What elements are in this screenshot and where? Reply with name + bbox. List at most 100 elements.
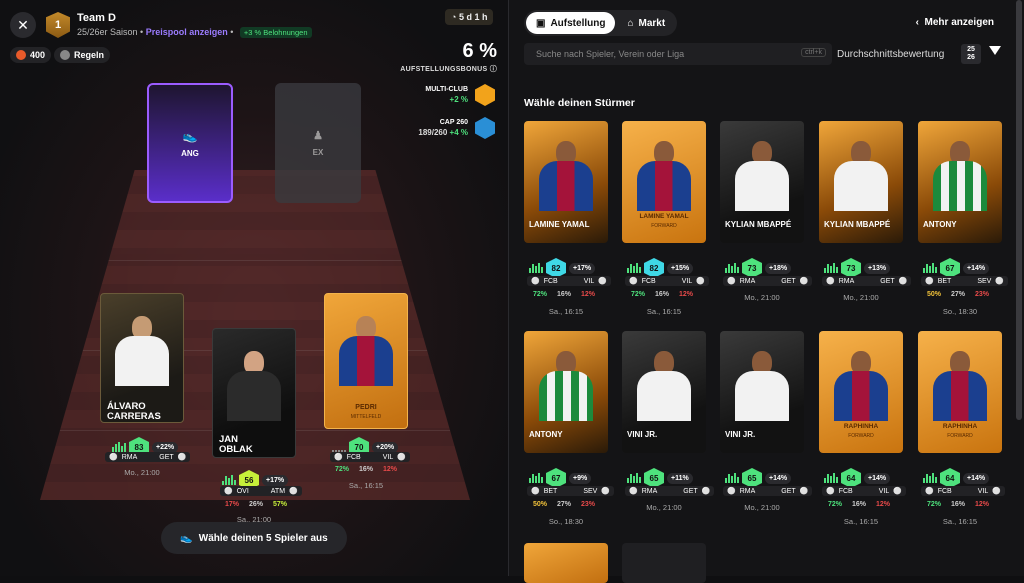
bonus-pill: +17% [569,262,596,274]
market-panel: ▣ Aufstellung ⌂ Markt ‹ Mehr anzeigen Such… [508,0,1024,583]
multi-club-label: MULTI-CLUB [425,86,468,93]
coins-chip: 400 [10,47,52,63]
tab-aufstellung[interactable]: ▣ Aufstellung [526,12,616,34]
slot-ang[interactable]: 👟 ANG [147,83,233,203]
tab-markt[interactable]: ⌂ Markt [617,12,675,34]
timer-badge: ◔ 5 d 1 h [445,9,494,25]
score-hex: 73 [841,258,861,278]
lineup-match-carreras: ⚪ RMA GET ⚪ [105,452,191,462]
close-icon: ✕ [17,16,29,33]
card-stats: 65 +11% [627,468,693,488]
lineup-bonus-value: 6 % [462,40,497,62]
card-player-name: KYLIAN MBAPPÉ [725,220,792,229]
card-player-name: KYLIAN MBAPPÉ [824,220,891,229]
shortcut-hint: ctrl+k [801,48,826,57]
score-hex: 65 [644,468,664,488]
card-player-name: LAMINE YAMAL [529,220,590,229]
lineup-icon: ▣ [536,17,546,29]
card-stats: 65 +14% [725,468,792,488]
bonus-pill: +14% [963,262,990,274]
season-filter[interactable]: 25 26 [961,44,981,64]
card-date: So., 18:30 [942,307,978,316]
player-card-partial[interactable] [524,543,608,583]
score-hex: 67 [940,258,960,278]
player-card[interactable]: KYLIAN MBAPPÉ [720,121,804,243]
lineup-bonus-label: AUFSTELLUNGSBONUS ⓘ [400,66,497,73]
bonus-pill: +14% [765,472,792,484]
player-card[interactable]: RAPHINHA FORWARD [819,331,903,453]
card-match: ⚪ BET SEV ⚪ [921,276,1009,286]
card-stats: 82 +15% [627,258,694,278]
card-match: ⚪ FCB VIL ⚪ [625,276,709,286]
reward-badge: +3 % Belohnungen [239,27,312,38]
lineup-card-oblak[interactable]: JAN OBLAK [212,328,296,458]
card-match: ⚪ RMA GET ⚪ [625,486,715,496]
player-card-empty[interactable] [622,543,706,583]
player-card[interactable]: LAMINE YAMAL [524,121,608,243]
card-stats: 73 +18% [725,258,792,278]
season-line: 25/26er Saison • Preispool anzeigen • +3… [77,27,312,38]
score-hex: 82 [644,258,664,278]
flame-icon [16,50,26,60]
score-hex: 65 [742,468,762,488]
player-card[interactable]: ANTONY [524,331,608,453]
card-match: ⚪ RMA GET ⚪ [723,276,813,286]
search-input[interactable]: Suche nach Spieler, Verein oder Liga ctrl… [524,43,832,65]
player-card[interactable]: LAMINE YAMAL FORWARD [622,121,706,243]
card-player-name: ANTONY [529,430,563,439]
player-card[interactable]: ANTONY [918,121,1002,243]
card-stats: 73 +13% [824,258,891,278]
player-card[interactable]: VINI JR. [622,331,706,453]
player-icon: ♟ [313,130,323,142]
card-player-name: LAMINE YAMAL [639,213,689,220]
cap-progress: 189/260 +4 % [418,128,468,137]
player-card[interactable]: KYLIAN MBAPPÉ [819,121,903,243]
lineup-match-oblak: ⚪ OVI ATM ⚪ [220,486,302,496]
card-player-name: ANTONY [923,220,957,229]
card-stats: 64 +14% [824,468,891,488]
card-match: ⚪ RMA GET ⚪ [822,276,912,286]
bonus-pill: +11% [667,472,693,484]
choose-players-button[interactable]: 👟 Wähle deinen 5 Spieler aus [161,522,347,554]
card-player-name: VINI JR. [725,430,756,439]
card-match: ⚪ RMA GET ⚪ [723,486,813,496]
rules-button[interactable]: Regeln [54,47,111,63]
filter-icon[interactable] [989,46,1001,55]
bonus-pill: +18% [765,262,792,274]
score-hex: 67 [546,468,566,488]
tab-bar: ▣ Aufstellung ⌂ Markt [524,10,678,36]
player-card[interactable]: VINI JR. [720,331,804,453]
player-card[interactable]: RAPHINHA FORWARD [918,331,1002,453]
card-position: FORWARD [947,433,973,439]
card-match: ⚪ FCB VIL ⚪ [527,276,611,286]
scrollbar[interactable] [1016,0,1022,420]
lineup-date-carreras: Mo., 21:00 [124,468,160,477]
card-player-name: VINI JR. [627,430,658,439]
score-hex: 64 [841,468,861,488]
lineup-panel: ✕ 1 Team D 25/26er Saison • Preispool an… [0,0,508,576]
card-date: Mo., 21:00 [744,293,780,302]
slot-ex[interactable]: ♟ EX [275,83,361,203]
card-date: Sa., 16:15 [646,307,682,316]
lineup-card-carreras[interactable]: ÁLVARO CARRERAS [100,293,184,423]
section-heading: Wähle deinen Stürmer [524,97,635,109]
show-more-link[interactable]: ‹ Mehr anzeigen [916,17,994,28]
card-odds: 72% 16% 12% [532,291,595,298]
boot-icon: 👟 [180,532,193,544]
bonus-pill: +13% [864,262,891,274]
team-badge: 1 [46,12,70,38]
card-odds: 72% 16% 12% [926,501,989,508]
multi-club-icon [475,84,495,106]
lineup-card-pedri[interactable]: PEDRI MITTELFELD [324,293,408,429]
team-name: Team D [77,12,116,24]
card-date: Sa., 16:15 [942,517,978,526]
card-stats: 82 +17% [529,258,596,278]
card-stats: 67 +9% [529,468,592,488]
lineup-match-pedri: ⚪ FCB VIL ⚪ [330,452,410,462]
close-button[interactable]: ✕ [10,12,36,38]
lineup-odds-oblak: 17% 26% 57% [224,501,287,508]
pool-link[interactable]: Preispool anzeigen [146,27,228,37]
sort-select[interactable]: Durchschnittsbewertung [837,49,944,60]
card-match: ⚪ FCB VIL ⚪ [921,486,1005,496]
card-odds: 50% 27% 23% [532,501,595,508]
